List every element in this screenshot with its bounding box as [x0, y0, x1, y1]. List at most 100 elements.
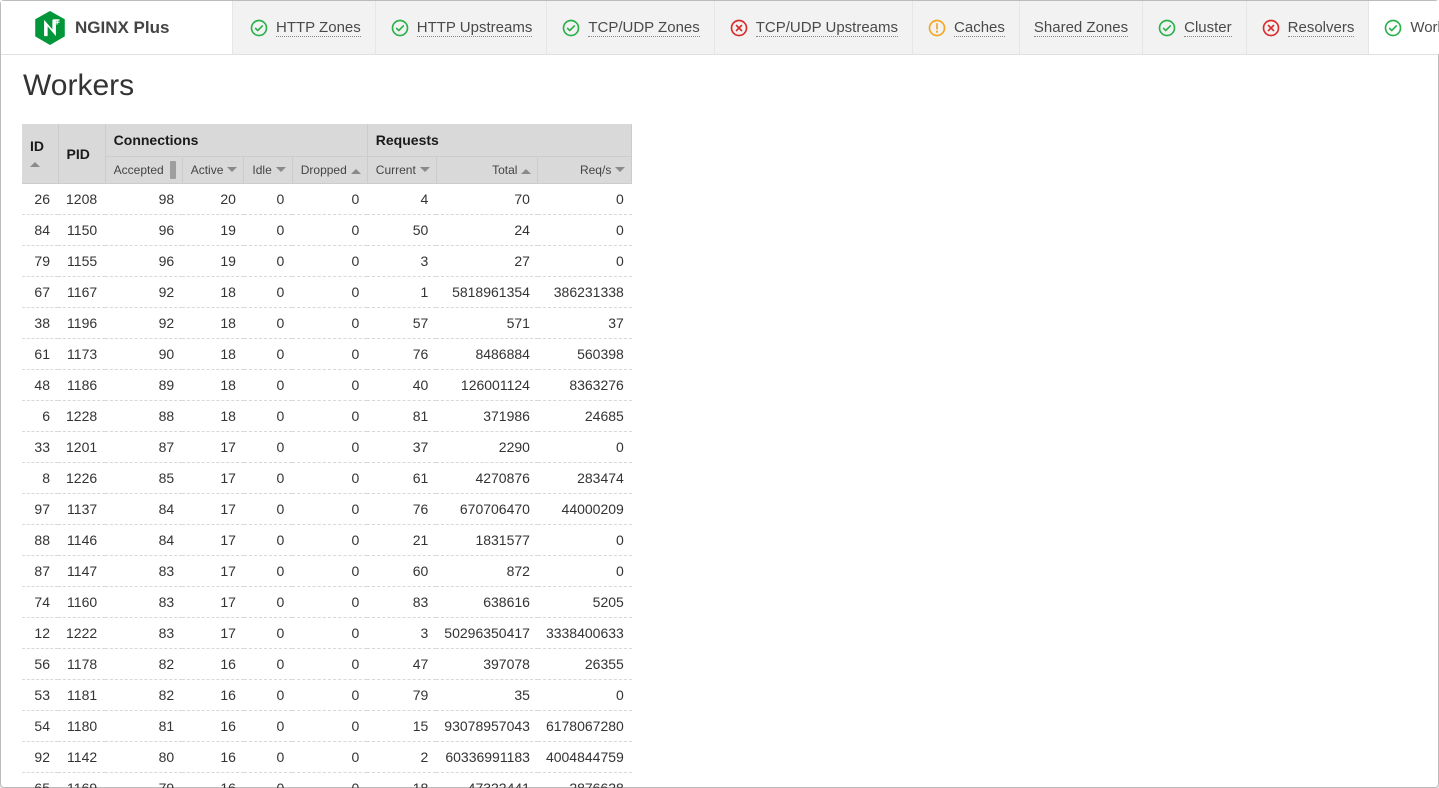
cell-pid: 1169: [58, 773, 105, 788]
cell-dropped: 0: [292, 680, 367, 711]
col-group-requests: Requests: [367, 124, 632, 157]
table-row: 84115096190050240: [22, 215, 632, 246]
cell-current: 3: [367, 246, 436, 277]
table-row: 1212228317003502963504173338400633: [22, 618, 632, 649]
cell-current: 50: [367, 215, 436, 246]
cell-accepted: 92: [105, 277, 182, 308]
cell-active: 17: [182, 618, 244, 649]
cell-total: 371986: [436, 401, 538, 432]
table-row: 5611788216004739707826355: [22, 649, 632, 680]
cell-pid: 1167: [58, 277, 105, 308]
table-body: 2612089820004700841150961900502407911559…: [22, 184, 632, 788]
brand-text: NGINX Plus: [75, 18, 169, 38]
cell-rps: 0: [538, 680, 632, 711]
cell-active: 19: [182, 215, 244, 246]
cell-id: 65: [22, 773, 58, 788]
col-header-dropped[interactable]: Dropped: [292, 157, 367, 184]
cell-id: 92: [22, 742, 58, 773]
cell-total: 397078: [436, 649, 538, 680]
table-row: 3312018717003722900: [22, 432, 632, 463]
cell-dropped: 0: [292, 277, 367, 308]
col-header-accepted[interactable]: Accepted: [105, 157, 182, 184]
col-header-rps[interactable]: Req/s: [538, 157, 632, 184]
tab-label: TCP/UDP Zones: [588, 19, 699, 37]
col-header-current[interactable]: Current: [367, 157, 436, 184]
tab-shared-zones[interactable]: Shared Zones: [1020, 1, 1143, 54]
col-header-active[interactable]: Active: [182, 157, 244, 184]
tab-tcp-udp-upstreams[interactable]: TCP/UDP Upstreams: [715, 1, 913, 54]
cell-id: 61: [22, 339, 58, 370]
tabs: HTTP Zones HTTP Upstreams TCP/UDP Zones TCP…: [235, 1, 1439, 54]
table-row: 53118182160079350: [22, 680, 632, 711]
status-ok-icon: [1157, 18, 1177, 38]
cell-dropped: 0: [292, 432, 367, 463]
tab-http-upstreams[interactable]: HTTP Upstreams: [376, 1, 548, 54]
col-header-pid[interactable]: PID: [58, 124, 105, 184]
cell-current: 21: [367, 525, 436, 556]
cell-dropped: 0: [292, 370, 367, 401]
cell-idle: 0: [244, 587, 292, 618]
tab-http-zones[interactable]: HTTP Zones: [235, 1, 376, 54]
tab-caches[interactable]: Caches: [913, 1, 1020, 54]
brand[interactable]: NGINX Plus: [1, 1, 233, 54]
cell-active: 17: [182, 556, 244, 587]
tab-tcp-udp-zones[interactable]: TCP/UDP Zones: [547, 1, 714, 54]
cell-current: 60: [367, 556, 436, 587]
tab-label: HTTP Zones: [276, 19, 361, 37]
cell-dropped: 0: [292, 773, 367, 788]
col-header-total[interactable]: Total: [436, 157, 538, 184]
cell-idle: 0: [244, 339, 292, 370]
cell-dropped: 0: [292, 184, 367, 215]
cell-accepted: 84: [105, 525, 182, 556]
cell-active: 18: [182, 370, 244, 401]
cell-accepted: 90: [105, 339, 182, 370]
cell-dropped: 0: [292, 742, 367, 773]
cell-pid: 1178: [58, 649, 105, 680]
cell-pid: 1180: [58, 711, 105, 742]
cell-active: 17: [182, 432, 244, 463]
workers-table: ID PID Connections Requests Accepted Act…: [22, 124, 632, 788]
cell-current: 18: [367, 773, 436, 788]
cell-active: 16: [182, 649, 244, 680]
tab-workers[interactable]: Workers: [1369, 1, 1439, 54]
cell-current: 40: [367, 370, 436, 401]
content-scroll[interactable]: ID PID Connections Requests Accepted Act…: [0, 124, 1439, 788]
cell-id: 26: [22, 184, 58, 215]
cell-rps: 37: [538, 308, 632, 339]
status-error-icon: [1261, 18, 1281, 38]
cell-id: 8: [22, 463, 58, 494]
cell-id: 56: [22, 649, 58, 680]
cell-total: 93078957043: [436, 711, 538, 742]
cell-accepted: 89: [105, 370, 182, 401]
cell-pid: 1196: [58, 308, 105, 339]
cell-idle: 0: [244, 742, 292, 773]
cell-dropped: 0: [292, 215, 367, 246]
cell-rps: 4004844759: [538, 742, 632, 773]
cell-active: 16: [182, 711, 244, 742]
cell-rps: 6178067280: [538, 711, 632, 742]
col-header-idle[interactable]: Idle: [244, 157, 292, 184]
col-header-id[interactable]: ID: [22, 124, 58, 184]
cell-dropped: 0: [292, 711, 367, 742]
cell-id: 54: [22, 711, 58, 742]
cell-idle: 0: [244, 556, 292, 587]
cell-total: 126001124: [436, 370, 538, 401]
cell-pid: 1150: [58, 215, 105, 246]
table-row: 2612089820004700: [22, 184, 632, 215]
cell-accepted: 98: [105, 184, 182, 215]
cell-current: 15: [367, 711, 436, 742]
cell-total: 35: [436, 680, 538, 711]
cell-active: 17: [182, 494, 244, 525]
tab-resolvers[interactable]: Resolvers: [1247, 1, 1370, 54]
cell-total: 2290: [436, 432, 538, 463]
cell-accepted: 80: [105, 742, 182, 773]
cell-idle: 0: [244, 215, 292, 246]
cell-total: 638616: [436, 587, 538, 618]
cell-active: 20: [182, 184, 244, 215]
cell-dropped: 0: [292, 339, 367, 370]
cell-dropped: 0: [292, 525, 367, 556]
cell-idle: 0: [244, 463, 292, 494]
cell-total: 70: [436, 184, 538, 215]
cell-idle: 0: [244, 246, 292, 277]
tab-cluster[interactable]: Cluster: [1143, 1, 1247, 54]
